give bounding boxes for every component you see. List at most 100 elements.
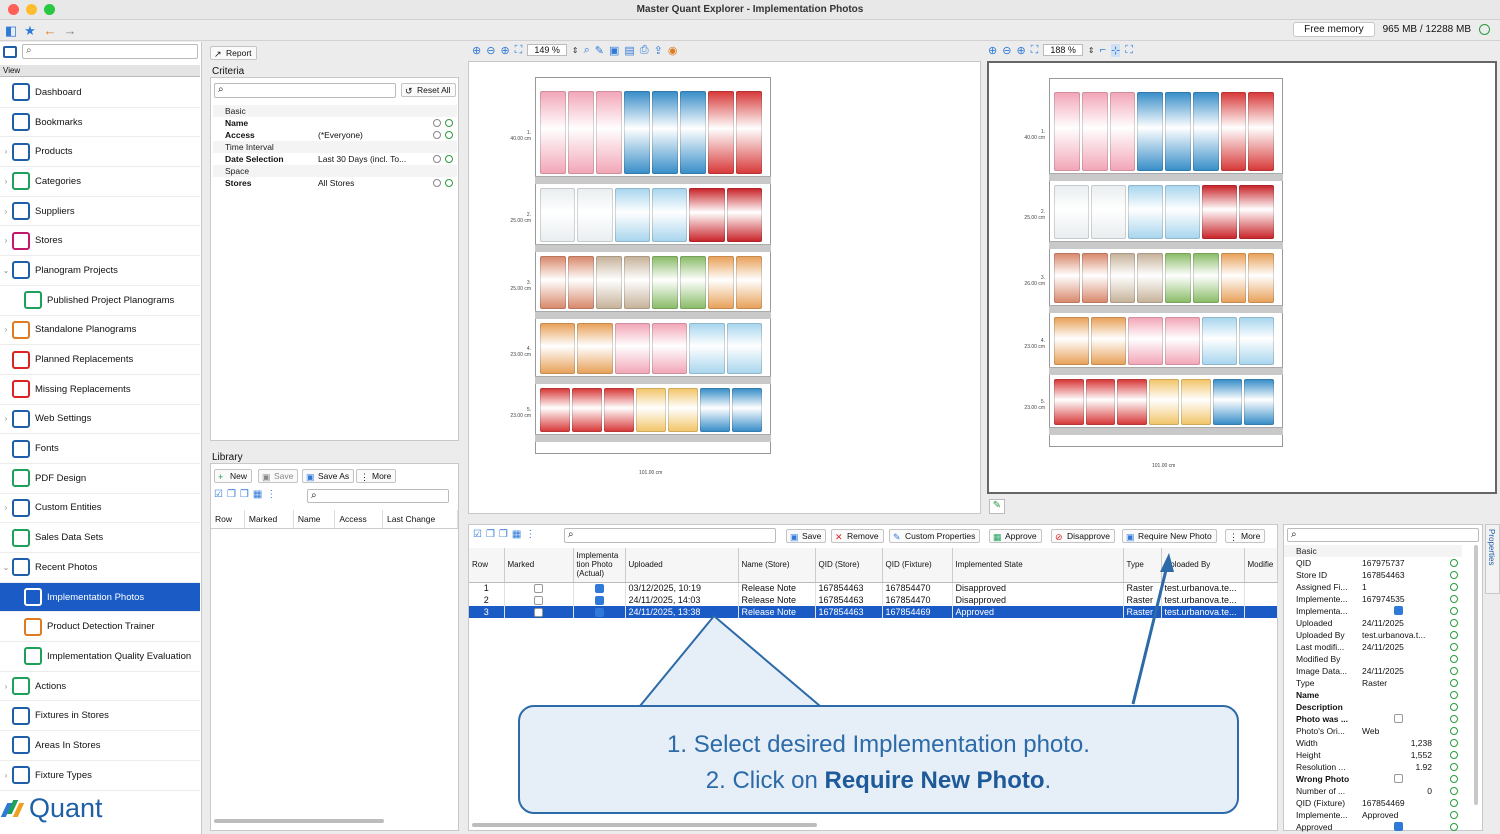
product-facing[interactable] xyxy=(1081,253,1108,303)
sidebar-item-implementation-quality-evaluation[interactable]: Implementation Quality Evaluation xyxy=(0,642,200,672)
criteria-row[interactable]: Date Selection Last 30 Days (incl. To... xyxy=(213,153,457,165)
property-row[interactable]: Type Raster xyxy=(1284,677,1462,689)
reset-value-icon[interactable] xyxy=(433,119,441,127)
property-row[interactable]: Photo was ... xyxy=(1284,713,1462,725)
product-facing[interactable] xyxy=(652,323,688,374)
edit-value-icon[interactable] xyxy=(1450,787,1458,795)
zoom-fit-icon[interactable]: ⊕ xyxy=(1016,44,1025,57)
product-facing[interactable] xyxy=(636,388,666,432)
product-facing[interactable] xyxy=(596,256,622,309)
marked-checkbox[interactable] xyxy=(534,584,543,594)
shelf-icon[interactable]: ▤ xyxy=(624,44,634,57)
sidebar-item-fixtures-in-stores[interactable]: Fixtures in Stores xyxy=(0,701,200,732)
edit-value-icon[interactable] xyxy=(1450,823,1458,831)
reset-all-button[interactable]: ↺ Reset All xyxy=(401,83,456,97)
zoom-out-icon[interactable]: ⊖ xyxy=(486,44,495,57)
zoom-stepper-icon[interactable]: ⇕ xyxy=(1088,46,1095,55)
expand-chevron-icon[interactable]: › xyxy=(0,503,12,512)
property-checkbox[interactable] xyxy=(1394,714,1403,723)
edit-value-icon[interactable] xyxy=(1450,559,1458,567)
product-facing[interactable] xyxy=(1220,92,1247,171)
edit-value-icon[interactable] xyxy=(445,119,453,127)
new-button[interactable]: + New xyxy=(214,469,253,483)
property-row[interactable]: Height 1,552 xyxy=(1284,749,1462,761)
product-facing[interactable] xyxy=(1248,92,1274,171)
edit-value-icon[interactable] xyxy=(1450,655,1458,663)
disapprove-button[interactable]: ⊘ Disapprove xyxy=(1051,529,1115,543)
product-facing[interactable] xyxy=(1054,379,1084,425)
product-facing[interactable] xyxy=(577,188,613,242)
close-window-icon[interactable] xyxy=(8,4,19,15)
product-facing[interactable] xyxy=(1109,253,1136,303)
grid-column-header[interactable]: Implementa tion Photo (Actual) xyxy=(573,548,626,583)
report-button[interactable]: ↗ Report xyxy=(210,46,257,60)
product-facing[interactable] xyxy=(540,256,566,309)
edit-value-icon[interactable] xyxy=(1450,715,1458,723)
search-zoom-icon[interactable]: ⌕ xyxy=(584,44,590,57)
edit-value-icon[interactable] xyxy=(1450,571,1458,579)
marked-checkbox[interactable] xyxy=(534,596,543,606)
property-row[interactable]: QID 167975737 xyxy=(1284,557,1462,569)
product-facing[interactable] xyxy=(689,323,725,374)
fit-page-icon[interactable]: ⛶ xyxy=(515,44,523,57)
edit-value-icon[interactable] xyxy=(1450,703,1458,711)
library-column-header[interactable]: Last Change xyxy=(382,510,458,529)
zoom-in-icon[interactable]: ⊕ xyxy=(472,44,481,57)
property-row[interactable]: Photo's Ori... Web xyxy=(1284,725,1462,737)
save-button[interactable]: ▣ Save xyxy=(258,469,299,483)
fit-page-icon[interactable]: ⛶ xyxy=(1031,44,1039,57)
sidebar-item-areas-in-stores[interactable]: Areas In Stores xyxy=(0,731,200,761)
sidebar-item-dashboard[interactable]: Dashboard xyxy=(0,78,200,108)
product-facing[interactable] xyxy=(1137,92,1163,171)
grid-search-input[interactable]: ⌕ xyxy=(564,528,776,543)
select-tool-icon[interactable]: ⊹ xyxy=(1111,43,1121,57)
approve-button[interactable]: ▦ Approve xyxy=(989,529,1042,543)
edit-value-icon[interactable] xyxy=(1450,679,1458,687)
grid-column-header[interactable]: Uploaded By xyxy=(1161,548,1245,583)
grid-column-header[interactable]: Uploaded xyxy=(625,548,739,583)
product-facing[interactable] xyxy=(568,256,594,309)
grid-save-button[interactable]: ▣ Save xyxy=(786,529,827,543)
product-facing[interactable] xyxy=(1128,317,1163,365)
sidebar-item-actions[interactable]: › Actions xyxy=(0,672,200,702)
table-row[interactable]: 3 24/11/2025, 13:38 Release Note 167854463 1… xyxy=(469,606,1278,618)
grid-column-header[interactable]: Marked xyxy=(504,548,574,583)
product-facing[interactable] xyxy=(1212,379,1243,425)
criteria-row[interactable]: Access (*Everyone) xyxy=(213,129,457,141)
zoom-out-icon[interactable]: ⊖ xyxy=(1002,44,1011,57)
edit-value-icon[interactable] xyxy=(445,179,453,187)
edit-value-icon[interactable] xyxy=(1450,631,1458,639)
zoom-fit-icon[interactable]: ⊕ xyxy=(500,44,509,57)
star-icon[interactable]: ★ xyxy=(22,23,38,38)
more-button[interactable]: ⋮ More xyxy=(356,469,397,483)
product-facing[interactable] xyxy=(1054,185,1089,239)
expand-icon[interactable]: ⛶ xyxy=(1125,44,1133,57)
sidebar-item-product-detection-trainer[interactable]: Product Detection Trainer xyxy=(0,612,200,643)
marked-checkbox[interactable] xyxy=(534,608,543,618)
property-row[interactable]: Description xyxy=(1284,701,1462,713)
sidebar-search-input[interactable]: ⌕ xyxy=(22,44,198,59)
grid-column-header[interactable]: Implemented State xyxy=(952,548,1124,583)
product-facing[interactable] xyxy=(680,91,706,174)
sidebar-item-web-settings[interactable]: › Web Settings xyxy=(0,405,200,435)
product-facing[interactable] xyxy=(1165,185,1200,239)
sidebar-item-missing-replacements[interactable]: Missing Replacements xyxy=(0,375,200,405)
library-scrollbar[interactable] xyxy=(214,819,384,823)
expand-chevron-icon[interactable]: › xyxy=(0,325,12,334)
product-facing[interactable] xyxy=(652,91,678,174)
edit-value-icon[interactable] xyxy=(1450,691,1458,699)
product-facing[interactable] xyxy=(652,256,678,309)
product-facing[interactable] xyxy=(1091,185,1126,239)
product-facing[interactable] xyxy=(577,323,613,374)
edit-value-icon[interactable] xyxy=(1450,643,1458,651)
maximize-window-icon[interactable] xyxy=(44,4,55,15)
product-facing[interactable] xyxy=(1117,379,1148,425)
product-facing[interactable] xyxy=(1054,92,1080,171)
product-facing[interactable] xyxy=(1054,253,1080,303)
view-menu-icon[interactable] xyxy=(3,46,17,58)
properties-scrollbar[interactable] xyxy=(1474,545,1478,805)
edit-value-icon[interactable] xyxy=(1450,727,1458,735)
edit-value-icon[interactable] xyxy=(1450,811,1458,819)
sidebar-item-implementation-photos[interactable]: Implementation Photos xyxy=(0,582,200,613)
expand-chevron-icon[interactable]: › xyxy=(0,207,12,216)
